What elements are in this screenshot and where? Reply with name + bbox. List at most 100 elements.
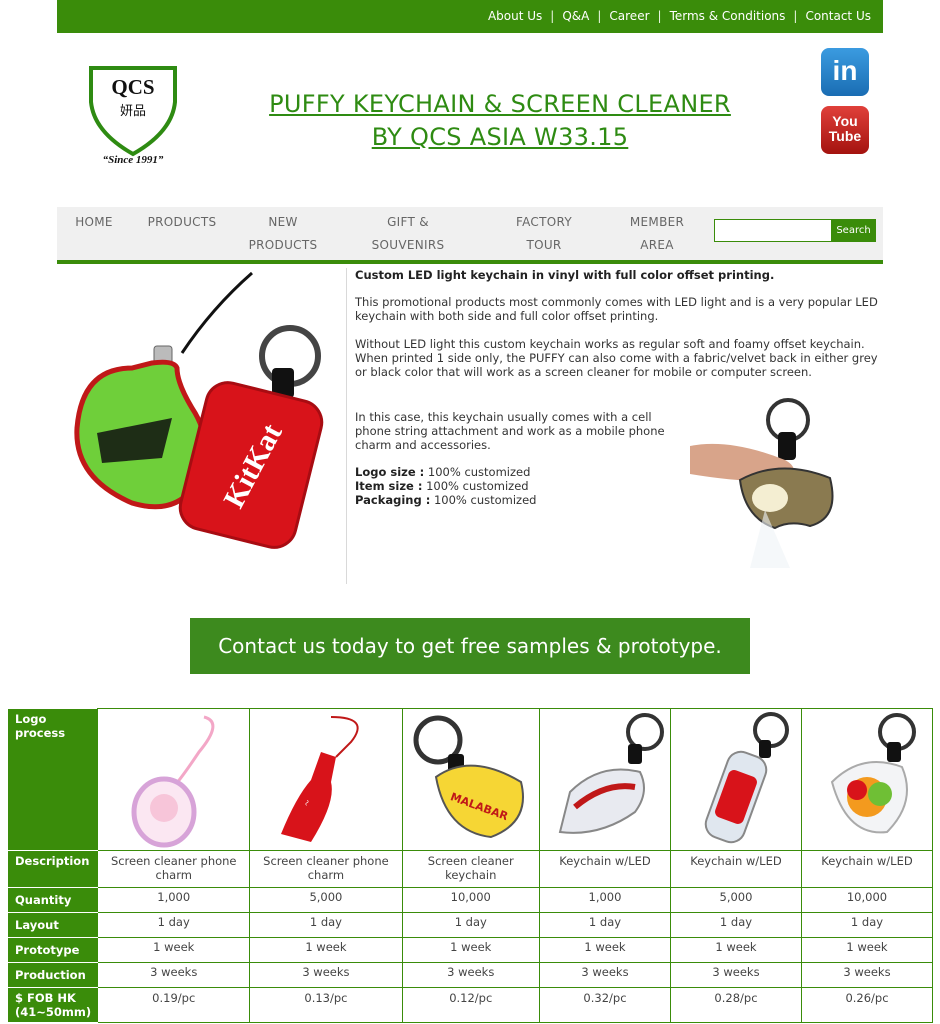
top-bar: About Us | Q&A | Career | Terms & Conditions | C…	[57, 0, 883, 33]
nav-factory-line1: FACTORY	[516, 215, 572, 229]
table-cell: 10,000	[401, 887, 540, 913]
table-cell: 3 weeks	[249, 962, 403, 988]
nav-factory-tour[interactable]: FACTORY TOUR	[506, 211, 582, 257]
row-label-fob: $ FOB HK (41~50mm)	[7, 987, 99, 1023]
qa-link[interactable]: Q&A	[562, 9, 589, 23]
content-divider	[346, 268, 347, 584]
contact-us-link[interactable]: Contact Us	[805, 9, 871, 23]
malabar-keychain-image: MALABAR	[413, 715, 524, 839]
nav-member-line2: AREA	[640, 238, 674, 252]
logo-since: “Since 1991”	[103, 154, 164, 166]
content-heading-text: Custom LED light keychain in vinyl with …	[355, 268, 775, 282]
table-cell: 1 week	[669, 937, 802, 963]
table-cell: 1 week	[800, 937, 934, 963]
table-cell: 1 week	[249, 937, 403, 963]
nav-separator: |	[550, 9, 555, 23]
nav-new-products[interactable]: NEW PRODUCTS	[245, 211, 321, 257]
linkedin-icon[interactable]: in	[821, 48, 869, 96]
table-row-prototype: Prototype 1 week 1 week 1 week 1 week 1 …	[7, 937, 934, 963]
page-title-line1: PUFFY KEYCHAIN & SCREEN CLEANER	[269, 90, 731, 118]
fruit-keychain-image	[830, 713, 916, 834]
nav-underline	[57, 260, 883, 264]
page-title[interactable]: PUFFY KEYCHAIN & SCREEN CLEANER BY QCS A…	[230, 88, 770, 154]
spec-packaging-label: Packaging :	[355, 493, 431, 507]
nav-home[interactable]: HOME	[70, 211, 118, 234]
career-link[interactable]: Career	[609, 9, 649, 23]
table-cell: 1 day	[800, 912, 934, 938]
table-cell-image	[97, 708, 251, 851]
pricing-table: Logo process ~ MALABAR Description Scree…	[7, 708, 934, 1023]
content-para3: In this case, this keychain usually come…	[355, 410, 665, 452]
content-para1: This promotional products most commonly …	[355, 295, 878, 323]
table-cell: 3 weeks	[538, 962, 671, 988]
table-cell: 0.12/pc	[401, 987, 540, 1023]
table-cell: Keychain w/LED	[669, 850, 802, 888]
spec-logo-size-value: 100% customized	[424, 465, 531, 479]
table-cell: 1 day	[97, 912, 251, 938]
spec-packaging-value: 100% customized	[430, 493, 537, 507]
table-row-production: Production 3 weeks 3 weeks 3 weeks 3 wee…	[7, 962, 934, 988]
table-cell-image	[669, 708, 802, 851]
table-cell: 3 weeks	[97, 962, 251, 988]
table-row-fob: $ FOB HK (41~50mm) 0.19/pc 0.13/pc 0.12/…	[7, 987, 934, 1023]
nav-gift-line2: SOUVENIRS	[371, 238, 445, 252]
row-label-production: Production	[7, 962, 99, 988]
nav-member-line1: MEMBER	[629, 215, 685, 229]
content-heading: Custom LED light keychain in vinyl with …	[355, 268, 885, 282]
youtube-icon[interactable]: You Tube	[821, 106, 869, 154]
spec-item-size-label: Item size :	[355, 479, 423, 493]
car-keychain-image	[558, 713, 664, 834]
table-cell: 0.28/pc	[669, 987, 802, 1023]
finger-keychain-image	[690, 398, 834, 568]
table-cell: Keychain w/LED	[800, 850, 934, 888]
table-cell: 1 day	[669, 912, 802, 938]
table-row-logo-process: Logo process ~ MALABAR	[7, 708, 934, 851]
table-cell: 3 weeks	[401, 962, 540, 988]
table-cell: 1 week	[538, 937, 671, 963]
nav-member-area[interactable]: MEMBER AREA	[620, 211, 694, 257]
nav-factory-line2: TOUR	[526, 238, 562, 252]
top-nav: About Us | Q&A | Career | Terms & Conditions | C…	[488, 9, 871, 23]
nav-separator: |	[597, 9, 602, 23]
spec-list: Logo size : 100% customized Item size : …	[355, 465, 675, 507]
table-cell: 0.26/pc	[800, 987, 934, 1023]
logo-chinese: 妍品	[120, 104, 146, 119]
content-para2: Without LED light this custom keychain w…	[355, 337, 878, 379]
table-cell: 1 day	[538, 912, 671, 938]
table-cell: 1 week	[401, 937, 540, 963]
bottle-charm-image: ~	[280, 716, 359, 842]
search-input[interactable]	[714, 219, 832, 242]
youtube-label-bottom: Tube	[828, 128, 862, 144]
spec-logo-size: Logo size : 100% customized	[355, 465, 675, 479]
table-cell-image	[538, 708, 671, 851]
table-cell-image	[800, 708, 934, 851]
table-cell: Screen cleaner phone charm	[249, 850, 403, 888]
row-label-prototype: Prototype	[7, 937, 99, 963]
spec-packaging: Packaging : 100% customized	[355, 493, 675, 507]
table-row-quantity: Quantity 1,000 5,000 10,000 1,000 5,000 …	[7, 887, 934, 913]
table-cell: 3 weeks	[669, 962, 802, 988]
spec-logo-size-label: Logo size :	[355, 465, 425, 479]
table-cell: 0.13/pc	[249, 987, 403, 1023]
table-cell: 1 week	[97, 937, 251, 963]
table-cell: 1 day	[249, 912, 403, 938]
nav-products[interactable]: PRODUCTS	[145, 211, 219, 234]
youtube-label: You Tube	[821, 106, 869, 144]
about-us-link[interactable]: About Us	[488, 9, 542, 23]
nav-separator: |	[793, 9, 798, 23]
table-cell: Keychain w/LED	[538, 850, 671, 888]
led-keychain-image: KitKat	[74, 271, 324, 549]
qcs-logo[interactable]: QCS 妍品 “Since 1991”	[86, 62, 180, 168]
contact-cta-button[interactable]: Contact us today to get free samples & p…	[190, 618, 750, 674]
spec-item-size: Item size : 100% customized	[355, 479, 675, 493]
search-button[interactable]: Search	[831, 219, 876, 242]
linkedin-label: in	[832, 55, 858, 86]
table-cell: 1 day	[401, 912, 540, 938]
table-cell: 5,000	[669, 887, 802, 913]
nav-new-products-line2: PRODUCTS	[248, 238, 318, 252]
terms-link[interactable]: Terms & Conditions	[670, 9, 786, 23]
nav-gift-souvenirs[interactable]: GIFT & SOUVENIRS	[368, 211, 448, 257]
row-label-quantity: Quantity	[7, 887, 99, 913]
page-title-line2: BY QCS ASIA W33.15	[371, 123, 629, 151]
nav-new-products-line1: NEW	[268, 215, 298, 229]
